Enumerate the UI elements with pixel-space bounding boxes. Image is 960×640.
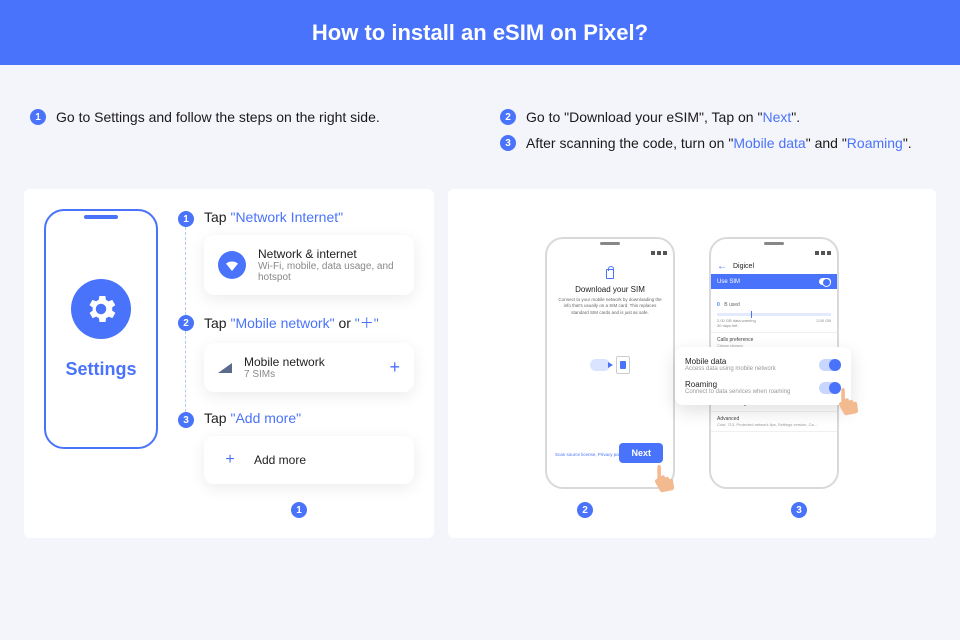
mobile-network-card[interactable]: Mobile network 7 SIMs + (204, 343, 414, 392)
instruction-1: 1 Go to Settings and follow the steps on… (30, 109, 466, 125)
back-icon[interactable]: ← (717, 261, 727, 272)
gear-icon (71, 279, 131, 339)
statusbar (711, 247, 837, 259)
settings-phone: Settings (44, 209, 158, 449)
carrier-name: Digicel (733, 263, 754, 270)
foot-1: 1 (291, 502, 307, 518)
pointer-icon (646, 462, 680, 496)
privacy-link[interactable]: Scan source license, Privacy path (555, 452, 623, 457)
dl-desc: Connect to your mobile network by downlo… (555, 297, 665, 316)
next-button[interactable]: Next (619, 443, 663, 463)
plus-icon[interactable]: + (389, 357, 400, 378)
mobile-data-toggle[interactable]: Mobile dataAccess data using mobile netw… (685, 353, 841, 376)
panel-right: Download your SIM Connect to your mobile… (448, 189, 936, 538)
step-2-bullet: 2 (178, 315, 194, 331)
plus-icon: + (218, 448, 242, 472)
wifi-icon (218, 251, 246, 279)
instruction-2-text: Go to "Download your eSIM", Tap on "Next… (526, 109, 800, 125)
card-title: Network & internet (258, 247, 400, 261)
card-sub: Wi-Fi, mobile, data usage, and hotspot (258, 261, 400, 283)
signal-icon (218, 363, 232, 373)
bullet-2: 2 (500, 109, 516, 125)
page-title: How to install an eSIM on Pixel? (312, 20, 648, 46)
instruction-3-text: After scanning the code, turn on "Mobile… (526, 135, 912, 151)
statusbar (547, 247, 673, 259)
dl-illustration (590, 356, 630, 374)
card-title: Add more (254, 453, 400, 467)
step-3-bullet: 3 (178, 412, 194, 428)
step-3-title: Tap "Add more" (204, 410, 414, 426)
bullet-3: 3 (500, 135, 516, 151)
pointer-icon (830, 385, 864, 419)
instruction-1-text: Go to Settings and follow the steps on t… (56, 109, 380, 125)
toggle-icon (819, 278, 831, 285)
step-1-bullet: 1 (178, 211, 194, 227)
toggles-callout: Mobile dataAccess data using mobile netw… (675, 347, 851, 405)
header: How to install an eSIM on Pixel? (0, 0, 960, 65)
step-1: 1 Tap "Network Internet" Network & inter… (184, 209, 414, 295)
top-instructions: 1 Go to Settings and follow the steps on… (24, 109, 936, 161)
carrier-header: ← Digicel (711, 259, 837, 274)
lock-icon (606, 269, 614, 279)
card-title: Mobile network (244, 355, 377, 369)
settings-label: Settings (65, 359, 136, 380)
switch-icon (819, 359, 841, 371)
download-sim-screen: Download your SIM Connect to your mobile… (545, 237, 675, 489)
carrier-screen: ← Digicel Use SIM 0 B used 2.00 GB data … (709, 237, 839, 489)
cloud-icon (590, 359, 610, 371)
foot-3: 3 (791, 502, 807, 518)
roaming-toggle[interactable]: RoamingConnect to data services when roa… (685, 376, 841, 399)
step-1-title: Tap "Network Internet" (204, 209, 414, 225)
step-2-title: Tap "Mobile network" or "＋" (204, 313, 414, 333)
card-sub: 7 SIMs (244, 369, 377, 380)
add-more-card[interactable]: + Add more (204, 436, 414, 484)
network-internet-card[interactable]: Network & internet Wi-Fi, mobile, data u… (204, 235, 414, 295)
foot-2: 2 (577, 502, 593, 518)
instruction-2: 2 Go to "Download your eSIM", Tap on "Ne… (500, 109, 936, 125)
advanced[interactable]: AdvancedCost: 713, Protected network lip… (711, 412, 837, 432)
dl-title: Download your SIM (575, 285, 645, 294)
instruction-3: 3 After scanning the code, turn on "Mobi… (500, 135, 936, 151)
step-2: 2 Tap "Mobile network" or "＋" Mobile net… (184, 313, 414, 392)
sim-icon (616, 356, 630, 374)
step-3: 3 Tap "Add more" + Add more (184, 410, 414, 484)
bullet-1: 1 (30, 109, 46, 125)
panel-left: Settings 1 Tap "Network Internet" Networ… (24, 189, 434, 538)
data-usage: 0 B used 2.00 GB data warning2.00 GB 30 … (711, 289, 837, 333)
use-sim-toggle[interactable]: Use SIM (711, 274, 837, 289)
